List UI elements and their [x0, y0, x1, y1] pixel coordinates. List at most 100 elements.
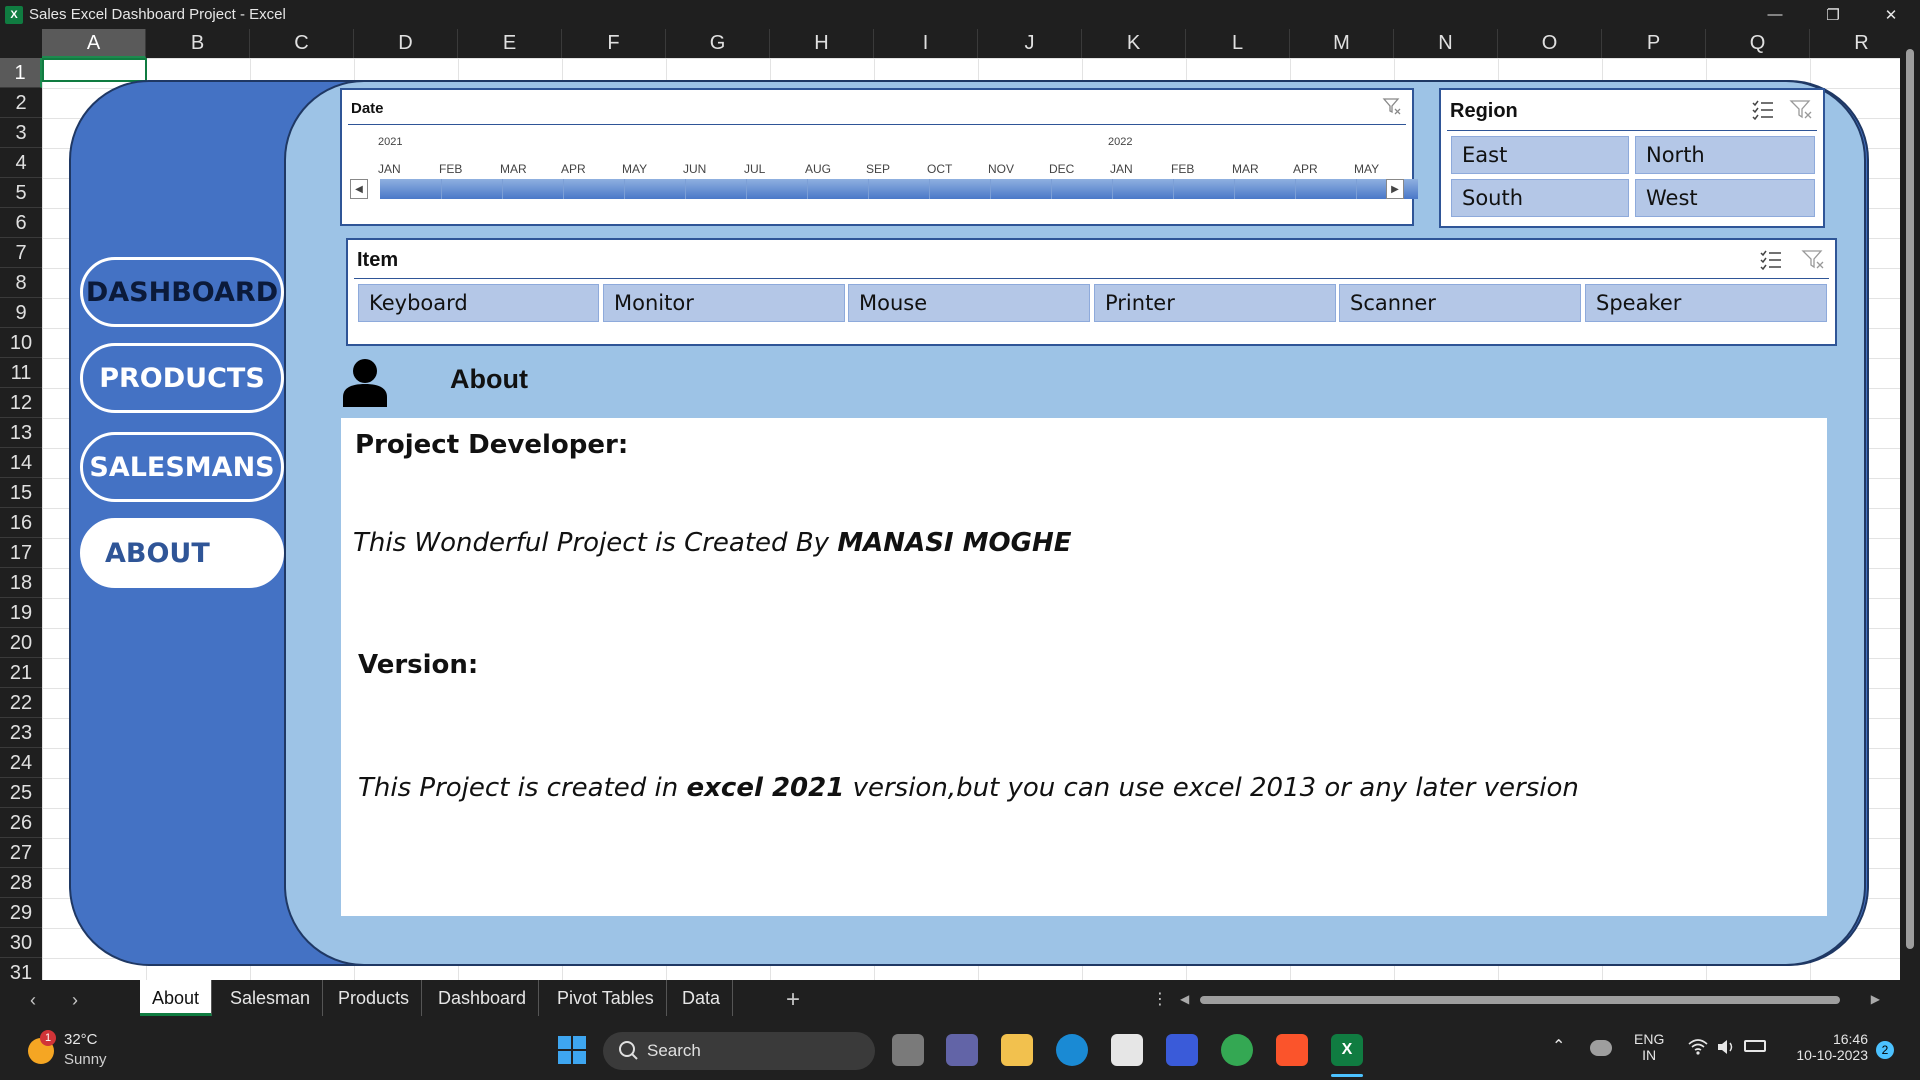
row-header-28[interactable]: 28	[0, 868, 42, 898]
timeline-month-label[interactable]: JUN	[683, 162, 706, 176]
file-explorer-icon[interactable]	[1001, 1034, 1033, 1066]
brave-browser-icon[interactable]	[1276, 1034, 1308, 1066]
timeline-month-label[interactable]: OCT	[927, 162, 952, 176]
row-header-5[interactable]: 5	[0, 178, 42, 208]
row-header-8[interactable]: 8	[0, 268, 42, 298]
item-speaker-button[interactable]: Speaker	[1585, 284, 1827, 322]
clear-filter-icon[interactable]	[1382, 96, 1402, 121]
item-monitor-button[interactable]: Monitor	[603, 284, 845, 322]
row-header-16[interactable]: 16	[0, 508, 42, 538]
column-header-b[interactable]: B	[146, 29, 250, 58]
scroll-left-arrow-icon[interactable]: ◀	[1180, 992, 1189, 1006]
region-west-button[interactable]: West	[1635, 179, 1815, 217]
timeline-month-label[interactable]: JAN	[378, 162, 401, 176]
item-keyboard-button[interactable]: Keyboard	[358, 284, 599, 322]
column-header-d[interactable]: D	[354, 29, 458, 58]
row-header-20[interactable]: 20	[0, 628, 42, 658]
row-header-11[interactable]: 11	[0, 358, 42, 388]
timeline-month-label[interactable]: DEC	[1049, 162, 1074, 176]
horizontal-scrollbar[interactable]: ◀ ▶	[1180, 992, 1880, 1006]
tab-scroll-right-icon[interactable]: ›	[72, 980, 78, 1020]
windows-start-icon[interactable]	[556, 1034, 588, 1066]
row-header-18[interactable]: 18	[0, 568, 42, 598]
row-header-7[interactable]: 7	[0, 238, 42, 268]
timeline-month-label[interactable]: FEB	[1171, 162, 1194, 176]
weather-description[interactable]: Sunny	[64, 1051, 107, 1068]
row-header-30[interactable]: 30	[0, 928, 42, 958]
timeline-month-label[interactable]: APR	[561, 162, 586, 176]
tab-about[interactable]: About	[140, 980, 213, 1016]
clear-filter-icon[interactable]	[1801, 248, 1825, 276]
row-header-6[interactable]: 6	[0, 208, 42, 238]
row-header-22[interactable]: 22	[0, 688, 42, 718]
column-header-f[interactable]: F	[562, 29, 666, 58]
item-printer-button[interactable]: Printer	[1094, 284, 1336, 322]
column-header-i[interactable]: I	[874, 29, 978, 58]
column-header-c[interactable]: C	[250, 29, 354, 58]
taskbar-search-box[interactable]: Search	[603, 1032, 875, 1070]
region-north-button[interactable]: North	[1635, 136, 1815, 174]
language-indicator[interactable]: ENG IN	[1634, 1031, 1664, 1063]
row-header-31[interactable]: 31	[0, 958, 42, 980]
selected-cell[interactable]	[42, 58, 147, 82]
task-view-icon[interactable]	[892, 1034, 924, 1066]
products-nav-button[interactable]: PRODUCTS	[80, 343, 284, 413]
item-mouse-button[interactable]: Mouse	[848, 284, 1090, 322]
clock[interactable]: 16:46 10-10-2023	[1790, 1031, 1868, 1063]
vertical-scrollbar[interactable]	[1900, 29, 1920, 980]
multi-select-icon[interactable]	[1759, 248, 1783, 276]
tab-products[interactable]: Products	[326, 980, 423, 1016]
column-header-j[interactable]: J	[978, 29, 1082, 58]
column-header-r[interactable]: R	[1810, 29, 1914, 58]
onedrive-icon[interactable]	[1590, 1040, 1612, 1056]
horizontal-scroll-thumb[interactable]	[1200, 996, 1840, 1004]
row-header-9[interactable]: 9	[0, 298, 42, 328]
date-timeline-slicer[interactable]: Date 2021 2022 JAN FEB MAR APR MAY JUN JUL AUG SE…	[340, 88, 1418, 226]
row-header-21[interactable]: 21	[0, 658, 42, 688]
row-header-19[interactable]: 19	[0, 598, 42, 628]
timeline-selection-bar[interactable]	[380, 179, 1418, 199]
row-header-13[interactable]: 13	[0, 418, 42, 448]
timeline-month-label[interactable]: JAN	[1110, 162, 1133, 176]
row-header-12[interactable]: 12	[0, 388, 42, 418]
tab-salesman[interactable]: Salesman	[218, 980, 324, 1016]
region-south-button[interactable]: South	[1451, 179, 1629, 217]
region-east-button[interactable]: East	[1451, 136, 1629, 174]
row-header-24[interactable]: 24	[0, 748, 42, 778]
about-nav-button[interactable]: ABOUT	[80, 518, 284, 588]
weather-temperature[interactable]: 32°C	[64, 1031, 98, 1048]
item-slicer[interactable]: Item Keyboard Monitor Mouse Printer Scan…	[346, 238, 1837, 346]
scroll-right-arrow-icon[interactable]: ▶	[1871, 992, 1880, 1006]
timeline-month-label[interactable]: APR	[1293, 162, 1318, 176]
vertical-scroll-thumb[interactable]	[1906, 49, 1914, 949]
row-header-3[interactable]: 3	[0, 118, 42, 148]
column-header-l[interactable]: L	[1186, 29, 1290, 58]
excel-taskbar-icon[interactable]: X	[1331, 1034, 1363, 1066]
clear-filter-icon[interactable]	[1789, 98, 1813, 126]
volume-icon[interactable]	[1716, 1038, 1736, 1061]
timeline-scroll-right-icon[interactable]: ▶	[1386, 179, 1404, 199]
column-header-o[interactable]: O	[1498, 29, 1602, 58]
row-header-17[interactable]: 17	[0, 538, 42, 568]
column-header-g[interactable]: G	[666, 29, 770, 58]
timeline-scroll-left-icon[interactable]: ◀	[350, 179, 368, 199]
salesmans-nav-button[interactable]: SALESMANS	[80, 432, 284, 502]
region-slicer[interactable]: Region East North South West	[1439, 88, 1825, 228]
column-header-p[interactable]: P	[1602, 29, 1706, 58]
column-header-h[interactable]: H	[770, 29, 874, 58]
column-header-n[interactable]: N	[1394, 29, 1498, 58]
edge-browser-icon[interactable]	[1056, 1034, 1088, 1066]
tab-options-icon[interactable]: ⋮	[1152, 980, 1168, 1020]
close-icon[interactable]: ✕	[1862, 0, 1920, 29]
teams-icon[interactable]	[946, 1034, 978, 1066]
notification-badge[interactable]: 2	[1876, 1041, 1894, 1059]
row-header-23[interactable]: 23	[0, 718, 42, 748]
app-icon[interactable]	[1166, 1034, 1198, 1066]
column-header-k[interactable]: K	[1082, 29, 1186, 58]
item-scanner-button[interactable]: Scanner	[1339, 284, 1581, 322]
show-hidden-icons-icon[interactable]: ⌃	[1552, 1036, 1565, 1056]
row-header-14[interactable]: 14	[0, 448, 42, 478]
tab-scroll-left-icon[interactable]: ‹	[30, 980, 36, 1020]
row-header-27[interactable]: 27	[0, 838, 42, 868]
column-header-e[interactable]: E	[458, 29, 562, 58]
